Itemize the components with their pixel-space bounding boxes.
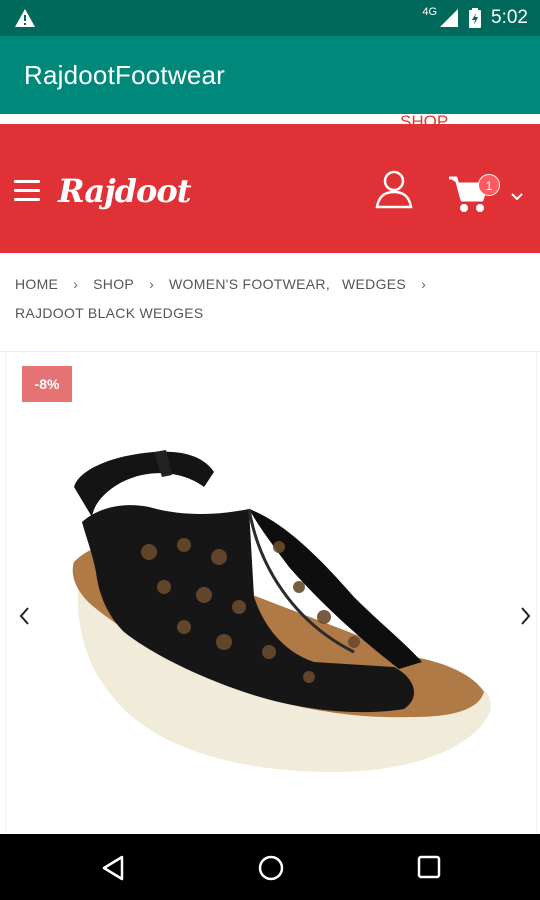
hamburger-menu-icon[interactable]	[14, 180, 40, 202]
warning-icon	[15, 9, 35, 27]
account-icon[interactable]	[375, 169, 413, 209]
home-icon[interactable]	[257, 854, 285, 882]
app-title: RajdootFootwear	[24, 60, 225, 90]
product-gallery[interactable]: -8%	[0, 351, 540, 834]
status-time: 5:02	[491, 7, 528, 28]
breadcrumb-separator-icon: ›	[149, 276, 155, 292]
battery-icon	[469, 8, 482, 28]
breadcrumb-separator-icon: ›	[421, 276, 427, 292]
network-type: 4G	[422, 6, 438, 18]
product-image[interactable]	[54, 447, 494, 777]
chevron-down-icon[interactable]	[510, 192, 524, 202]
breadcrumb-womens-footwear[interactable]: WOMEN'S FOOTWEAR,	[169, 276, 330, 292]
discount-badge: -8%	[22, 366, 72, 402]
site-logo[interactable]: Rajdoot	[58, 172, 191, 210]
back-icon[interactable]	[100, 854, 126, 882]
system-nav-bar	[0, 834, 540, 900]
status-bar: 4G 5:02	[0, 0, 540, 36]
site-header: Rajdoot 1	[0, 124, 540, 253]
app-bar: RajdootFootwear	[0, 36, 540, 114]
gallery-next-icon[interactable]	[518, 606, 532, 626]
breadcrumb: HOME › SHOP › WOMEN'S FOOTWEAR, WEDGES ›…	[15, 264, 525, 328]
gallery-prev-icon[interactable]	[18, 606, 32, 626]
breadcrumb-separator-icon: ›	[73, 276, 79, 292]
breadcrumb-wedges[interactable]: WEDGES	[342, 276, 406, 292]
web-content[interactable]: SHOP Rajdoot 1 HOME › SHOP › WOMEN'S FOO…	[0, 114, 540, 834]
breadcrumb-home[interactable]: HOME	[15, 276, 58, 292]
breadcrumb-current: RAJDOOT BLACK WEDGES	[15, 305, 204, 321]
recents-icon[interactable]	[416, 854, 442, 880]
signal-icon	[440, 9, 459, 27]
cart-count-badge: 1	[478, 174, 500, 196]
breadcrumb-shop[interactable]: SHOP	[93, 276, 134, 292]
